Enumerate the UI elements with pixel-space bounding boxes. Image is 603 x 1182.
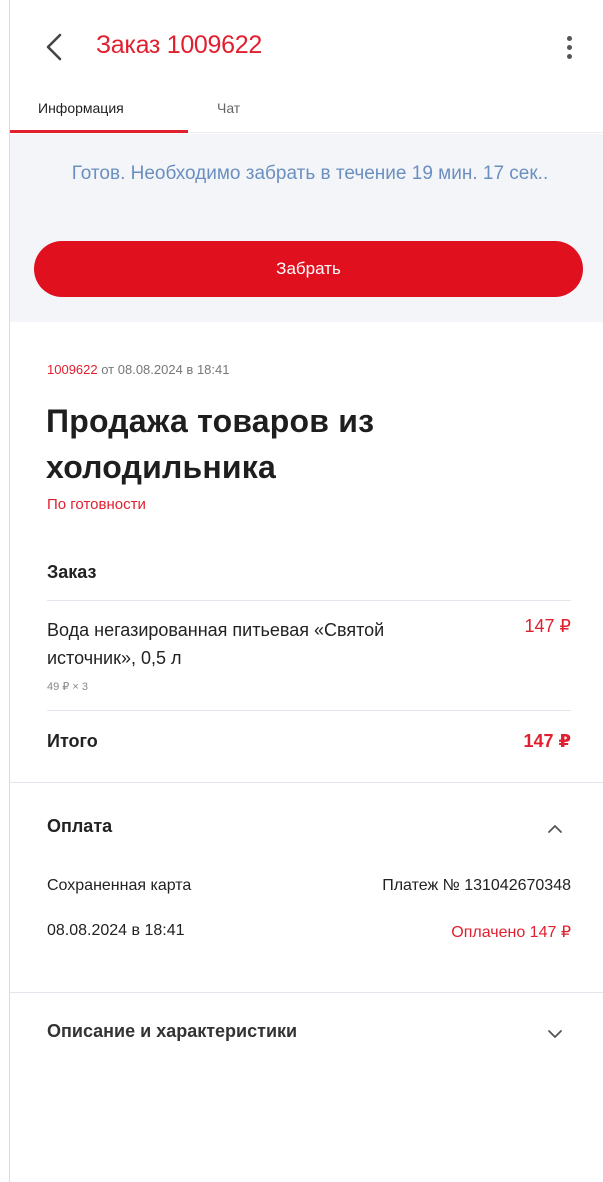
section-divider	[10, 992, 603, 993]
order-item-quantity: 49 ₽ × 3	[47, 681, 88, 693]
order-item-name: Вода негазированная питьевая «Святой ист…	[47, 620, 385, 668]
payment-status: Оплачено 147 ₽	[451, 924, 571, 941]
order-section-label: Заказ	[47, 562, 97, 582]
chevron-up-icon	[548, 825, 562, 833]
order-item-price: 147 ₽	[524, 616, 572, 636]
more-menu-button[interactable]	[558, 30, 582, 64]
description-toggle[interactable]	[546, 1027, 564, 1039]
payment-datetime: 08.08.2024 в 18:41	[47, 922, 185, 939]
order-date: от 08.08.2024 в 18:41	[97, 362, 230, 377]
total-value: 147 ₽	[523, 731, 571, 751]
pickup-button[interactable]: Забрать	[34, 241, 583, 297]
order-meta: 1009622 от 08.08.2024 в 18:41	[47, 362, 229, 377]
total-label: Итого	[47, 731, 98, 751]
payment-method: Сохраненная карта	[47, 877, 192, 894]
back-button[interactable]	[40, 30, 70, 64]
payment-id: Платеж № 131042670348	[382, 877, 571, 894]
more-vertical-icon	[567, 36, 572, 41]
payment-section-label[interactable]: Оплата	[47, 816, 112, 837]
active-tab-indicator	[10, 130, 188, 133]
order-title: Продажа товаров из холодильника	[46, 403, 375, 485]
tab-chat[interactable]: Чат	[217, 100, 240, 116]
chevron-down-icon	[548, 1030, 562, 1038]
divider	[47, 600, 571, 601]
payment-toggle[interactable]	[546, 822, 564, 834]
readiness-status: По готовности	[47, 496, 146, 513]
header: Заказ 1009622	[10, 0, 603, 92]
chevron-left-icon	[46, 33, 62, 61]
section-divider	[10, 782, 603, 783]
page-title: Заказ 1009622	[96, 31, 262, 59]
status-message: Готов. Необходимо забрать в течение 19 м…	[71, 163, 549, 184]
tab-information[interactable]: Информация	[38, 100, 124, 116]
order-number: 1009622	[47, 362, 98, 377]
description-section-label[interactable]: Описание и характеристики	[47, 1021, 297, 1042]
tab-bar: Информация Чат	[10, 92, 603, 134]
status-panel: Готов. Необходимо забрать в течение 19 м…	[10, 134, 603, 322]
divider	[47, 710, 571, 711]
